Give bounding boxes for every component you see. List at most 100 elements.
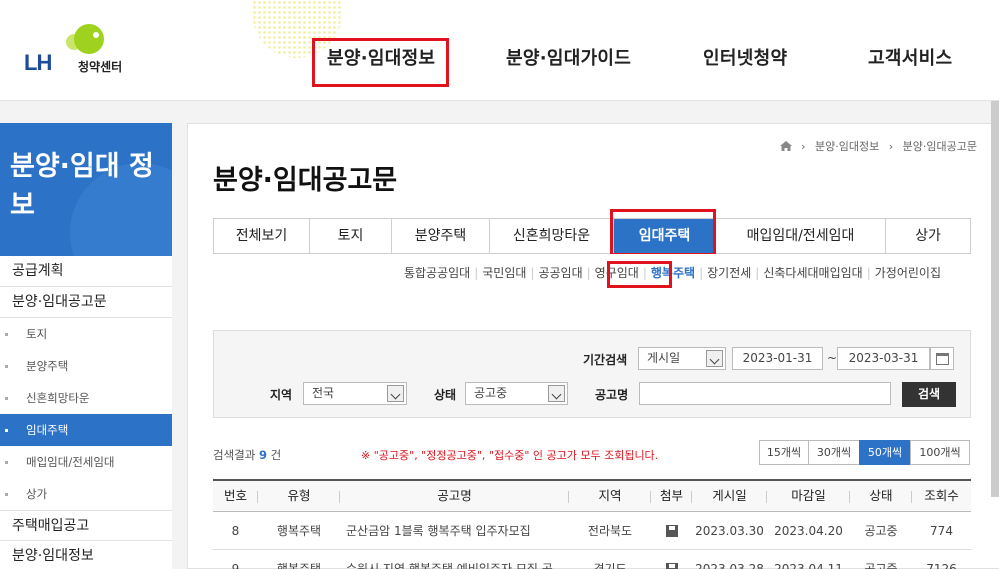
result-number: 9 bbox=[258, 448, 267, 462]
cell-type: 행복주택 bbox=[276, 524, 322, 538]
chevron-down-icon bbox=[548, 385, 565, 402]
subtab-long-term-jeonse[interactable]: 장기전세 bbox=[703, 264, 755, 281]
sidebar-sub-purchase-rental[interactable]: 매입임대/전세임대 bbox=[0, 446, 172, 478]
tab-newlywed-town[interactable]: 신혼희망타운 bbox=[490, 219, 614, 253]
tab-land[interactable]: 토지 bbox=[310, 219, 392, 253]
cell-number: 9 bbox=[231, 562, 240, 569]
status-label: 상태 bbox=[434, 388, 457, 402]
logo-leaf-large bbox=[74, 24, 104, 54]
col-views: 조회수 bbox=[924, 488, 959, 503]
gnb-internet-application[interactable]: 인터넷청약 bbox=[703, 44, 787, 70]
scrollbar[interactable] bbox=[991, 101, 999, 497]
chevron-down-icon bbox=[387, 385, 404, 402]
result-suffix: 건 bbox=[270, 448, 282, 462]
col-attachment: 첨부 bbox=[651, 481, 692, 511]
page-size-30[interactable]: 30개씩 bbox=[808, 440, 860, 465]
cell-views: 774 bbox=[930, 524, 953, 538]
date-from-input[interactable]: 2023-01-31 bbox=[732, 347, 823, 370]
sidebar-item-announcements[interactable]: 분양·임대공고문 bbox=[0, 287, 172, 318]
home-icon[interactable] bbox=[779, 141, 792, 151]
breadcrumb-sep-icon: › bbox=[888, 140, 894, 153]
gnb-customer-service[interactable]: 고객서비스 bbox=[868, 44, 952, 70]
logo-subtext: 청약센터 bbox=[78, 60, 123, 74]
calendar-icon bbox=[936, 353, 949, 365]
page-title: 분양·임대공고문 bbox=[213, 165, 398, 196]
table-header: 번호 유형 공고명 지역 첨부 게시일 마감일 상태 조회수 bbox=[213, 479, 971, 512]
page-size-selector: 15개씩 30개씩 50개씩 100개씩 bbox=[759, 440, 970, 465]
name-label: 공고명 bbox=[595, 388, 629, 402]
announcement-name-input[interactable] bbox=[639, 382, 891, 405]
cell-deadline: 2023.04.11 bbox=[774, 562, 843, 569]
cell-deadline: 2023.04.20 bbox=[774, 524, 843, 538]
subtab-area: 통합공공임대 | 국민임대 | 공공임대 | 영구임대 | 행복주택 | 장기전세 | 신축다세대매입임… bbox=[213, 254, 971, 296]
header: LH 청약센터 분양·임대정보 분양·임대가이드 인터넷청약 고객서비스 bbox=[0, 0, 999, 101]
tab-sale-housing[interactable]: 분양주택 bbox=[392, 219, 490, 253]
cell-region: 전라북도 bbox=[587, 524, 633, 538]
page-size-15[interactable]: 15개씩 bbox=[759, 440, 809, 465]
breadcrumb: › 분양·임대정보 › 분양·임대공고문 bbox=[779, 138, 977, 154]
sidebar-sub-rental-housing[interactable]: 임대주택 bbox=[0, 414, 172, 446]
highlight-box-subtab bbox=[607, 261, 672, 288]
sidebar-item-housing-purchase[interactable]: 주택매입공고 bbox=[0, 510, 172, 541]
col-title: 공고명 bbox=[340, 481, 569, 511]
tab-all[interactable]: 전체보기 bbox=[214, 219, 310, 253]
result-count: 검색결과 9 건 bbox=[213, 447, 281, 463]
subtab-national-rental[interactable]: 국민임대 bbox=[478, 264, 530, 281]
cell-post-date: 2023.03.30 bbox=[695, 524, 764, 538]
region-select[interactable]: 전국 bbox=[303, 382, 407, 405]
cell-attachment[interactable] bbox=[651, 512, 692, 549]
cell-attachment[interactable] bbox=[651, 550, 692, 569]
tab-purchase-rental[interactable]: 매입임대/전세임대 bbox=[716, 219, 886, 253]
date-to-input[interactable]: 2023-03-31 bbox=[837, 347, 930, 370]
col-post-date: 게시일 bbox=[692, 481, 767, 511]
col-status: 상태 bbox=[850, 481, 912, 511]
table-row[interactable]: 8 행복주택 군산금암 1블록 행복주택 입주자모집 전라북도 2023.03.… bbox=[213, 512, 971, 550]
breadcrumb-item[interactable]: 분양·임대정보 bbox=[815, 140, 879, 153]
chevron-down-icon bbox=[706, 350, 723, 367]
page-size-50[interactable]: 50개씩 bbox=[859, 440, 911, 465]
search-button[interactable]: 검색 bbox=[902, 382, 956, 407]
gnb-sales-rental-guide[interactable]: 분양·임대가이드 bbox=[506, 44, 631, 70]
breadcrumb-item[interactable]: 분양·임대공고문 bbox=[903, 140, 977, 153]
date-separator: ~ bbox=[827, 351, 838, 365]
cell-status: 공고중 bbox=[864, 524, 898, 538]
col-type: 유형 bbox=[258, 481, 340, 511]
subtab-integrated-public[interactable]: 통합공공임대 bbox=[400, 264, 474, 281]
cell-title-link[interactable]: 군산금암 1블록 행복주택 입주자모집 bbox=[340, 512, 569, 549]
sidebar-sub-sale-housing[interactable]: 분양주택 bbox=[0, 350, 172, 382]
sidebar-header: 분양·임대 정보 bbox=[0, 123, 172, 256]
status-select[interactable]: 공고중 bbox=[465, 382, 568, 405]
tab-commercial[interactable]: 상가 bbox=[886, 219, 970, 253]
table-row[interactable]: 9 행복주택 수원시 지역 행복주택 예비입주자 모집 공 경기도 2023.0… bbox=[213, 550, 971, 569]
breadcrumb-sep-icon: › bbox=[801, 140, 806, 153]
cell-number: 8 bbox=[231, 524, 240, 538]
calendar-button[interactable] bbox=[930, 347, 954, 370]
sidebar-sub-commercial[interactable]: 상가 bbox=[0, 478, 172, 510]
lh-logo[interactable]: LH 청약센터 bbox=[24, 22, 144, 78]
subtab-new-multifamily[interactable]: 신축다세대매입임대 bbox=[759, 264, 866, 281]
sidebar-item-supply-plan[interactable]: 공급계획 bbox=[0, 256, 172, 287]
sidebar-menu: 공급계획 분양·임대공고문 토지 분양주택 신혼희망타운 임대주택 매입임대/전… bbox=[0, 256, 172, 569]
region-label: 지역 bbox=[270, 388, 293, 402]
search-panel: 기간검색 게시일 2023-01-31 ~ 2023-03-31 지역 전국 상… bbox=[213, 330, 971, 418]
highlight-box-tab bbox=[610, 209, 716, 256]
period-label: 기간검색 bbox=[583, 353, 628, 367]
sidebar-sub-land[interactable]: 토지 bbox=[0, 318, 172, 350]
cell-post-date: 2023.03.28 bbox=[695, 562, 764, 569]
sidebar-item-sales-info[interactable]: 분양·임대정보 bbox=[0, 541, 172, 569]
main-content: › 분양·임대정보 › 분양·임대공고문 분양·임대공고문 전체보기 토지 분양… bbox=[187, 123, 999, 569]
cell-title-link[interactable]: 수원시 지역 행복주택 예비입주자 모집 공 bbox=[340, 550, 569, 569]
page-size-100[interactable]: 100개씩 bbox=[910, 440, 970, 465]
subtab-home-daycare[interactable]: 가정어린이집 bbox=[871, 264, 945, 281]
region-value: 전국 bbox=[312, 386, 335, 400]
save-disk-icon[interactable] bbox=[665, 525, 678, 537]
sidebar-title: 분양·임대 정보 bbox=[10, 151, 154, 221]
period-type-select[interactable]: 게시일 bbox=[638, 347, 726, 370]
cell-region: 경기도 bbox=[593, 562, 627, 569]
subtab-public-rental[interactable]: 공공임대 bbox=[534, 264, 586, 281]
sidebar-sub-newlywed-town[interactable]: 신혼희망타운 bbox=[0, 382, 172, 414]
save-disk-icon[interactable] bbox=[665, 563, 678, 569]
cell-status: 공고중 bbox=[864, 562, 898, 569]
logo-text: LH bbox=[24, 50, 52, 75]
announcement-table: 번호 유형 공고명 지역 첨부 게시일 마감일 상태 조회수 8 행복주택 군산… bbox=[213, 479, 971, 569]
